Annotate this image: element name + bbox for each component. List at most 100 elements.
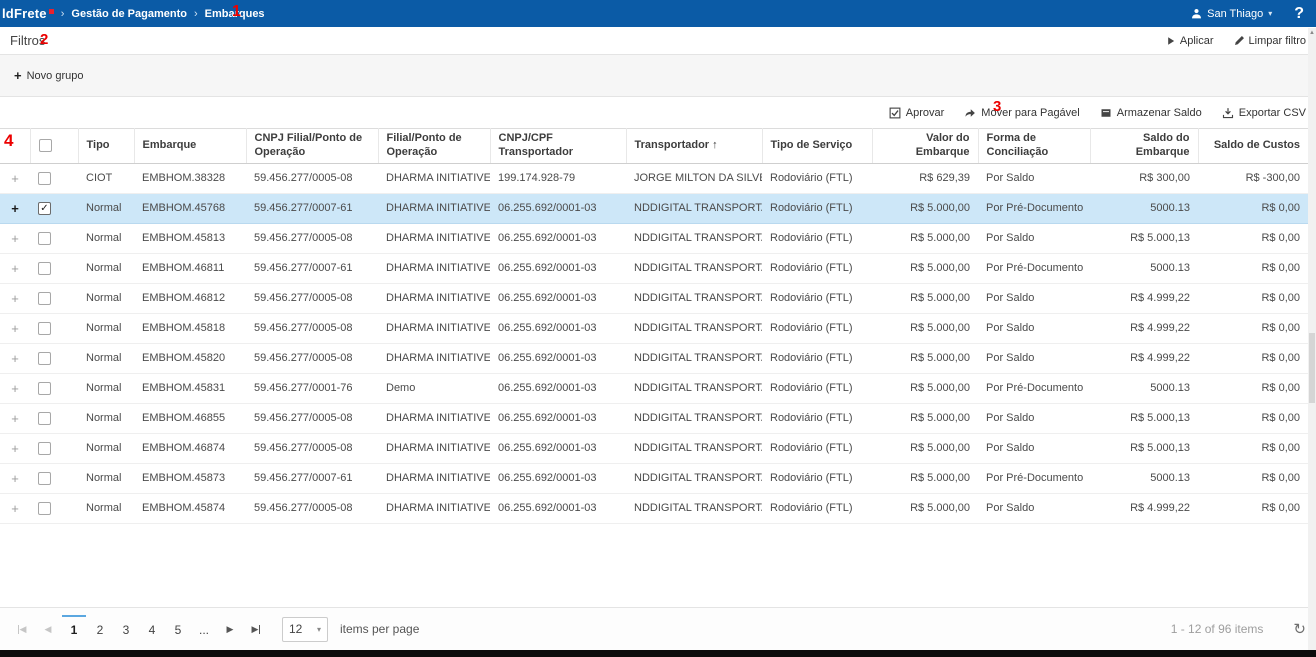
cell: 59.456.277/0005-08 — [246, 163, 378, 193]
expand-row-icon[interactable]: + — [11, 351, 19, 366]
page-button-5[interactable]: 5 — [166, 615, 190, 643]
row-checkbox[interactable] — [38, 232, 51, 245]
refresh-icon[interactable]: ↻ — [1293, 620, 1306, 638]
column-header-saldo-do-embarque[interactable]: Saldo do Embarque — [1090, 129, 1198, 164]
expand-row-icon[interactable]: + — [11, 441, 19, 456]
export-csv-button[interactable]: Exportar CSV — [1222, 107, 1306, 119]
user-menu[interactable]: San Thiago ▾ — [1191, 8, 1272, 20]
expand-row-icon[interactable]: + — [11, 501, 19, 516]
help-button[interactable]: ? — [1294, 5, 1304, 23]
cell: EMBHOM.46874 — [134, 433, 246, 463]
new-group-button[interactable]: + Novo grupo — [14, 68, 83, 83]
expand-row-icon[interactable]: + — [11, 261, 19, 276]
cell: DHARMA INITIATIVE — [378, 343, 490, 373]
cell: EMBHOM.46812 — [134, 283, 246, 313]
expand-row-icon[interactable]: + — [11, 231, 19, 246]
cell: 59.456.277/0005-08 — [246, 343, 378, 373]
table-row[interactable]: +NormalEMBHOM.4687459.456.277/0005-08DHA… — [0, 433, 1308, 463]
store-balance-button[interactable]: Armazenar Saldo — [1100, 107, 1202, 119]
row-checkbox[interactable] — [38, 262, 51, 275]
column-header-embarque[interactable]: Embarque — [134, 129, 246, 164]
cell: Por Pré-Documento — [978, 463, 1090, 493]
cell: R$ 5.000,00 — [872, 493, 978, 523]
approve-button[interactable]: Aprovar — [889, 107, 945, 119]
row-checkbox[interactable] — [38, 442, 51, 455]
expand-row-icon[interactable]: + — [11, 381, 19, 396]
table-row[interactable]: +NormalEMBHOM.4587359.456.277/0007-61DHA… — [0, 463, 1308, 493]
cell: Normal — [78, 283, 134, 313]
next-page-button[interactable]: ▶ — [218, 617, 242, 641]
column-header-forma-de-conciliacao[interactable]: Forma de Conciliação — [978, 129, 1090, 164]
table-row[interactable]: +NormalEMBHOM.4681159.456.277/0007-61DHA… — [0, 253, 1308, 283]
expand-row-icon[interactable]: + — [11, 321, 19, 336]
cell: Rodoviário (FTL) — [762, 223, 872, 253]
page-button-1[interactable]: 1 — [62, 615, 86, 643]
cell: NDDIGITAL TRANSPORTADORA — [626, 373, 762, 403]
clear-filter-button[interactable]: Limpar filtro — [1234, 35, 1306, 47]
breadcrumb-item-gestao-de-pagamento[interactable]: Gestão de Pagamento — [71, 8, 187, 20]
cell: Por Saldo — [978, 223, 1090, 253]
last-page-button[interactable]: ▶ — [244, 617, 268, 641]
cell: 59.456.277/0007-61 — [246, 253, 378, 283]
cell: R$ 0,00 — [1198, 463, 1308, 493]
expand-cell: + — [0, 253, 30, 283]
store-balance-label: Armazenar Saldo — [1117, 107, 1202, 119]
table-row[interactable]: +NormalEMBHOM.4583159.456.277/0001-76Dem… — [0, 373, 1308, 403]
apply-filter-button[interactable]: Aplicar — [1166, 35, 1214, 47]
row-checkbox[interactable] — [38, 382, 51, 395]
row-checkbox[interactable] — [38, 412, 51, 425]
vertical-scrollbar[interactable]: ▲ — [1308, 28, 1316, 650]
table-row[interactable]: +NormalEMBHOM.4685559.456.277/0005-08DHA… — [0, 403, 1308, 433]
row-checkbox[interactable] — [38, 292, 51, 305]
page-size-select[interactable]: 12 ▾ — [282, 617, 328, 642]
expand-row-icon[interactable]: + — [11, 411, 19, 426]
app-logo[interactable]: ldFrete — [2, 6, 54, 21]
grid-toolbar: Aprovar Mover para Pagável Armazenar Sal… — [0, 97, 1316, 128]
cell: EMBHOM.45831 — [134, 373, 246, 403]
column-header-saldo-de-custos[interactable]: Saldo de Custos — [1198, 129, 1308, 164]
previous-page-button[interactable]: ◀ — [36, 617, 60, 641]
row-checkbox[interactable] — [38, 352, 51, 365]
cell: 06.255.692/0001-03 — [490, 313, 626, 343]
breadcrumb-separator: › — [61, 8, 65, 20]
cell: Por Pré-Documento — [978, 373, 1090, 403]
row-checkbox[interactable]: ✓ — [38, 202, 51, 215]
first-page-button[interactable]: ◀ — [10, 617, 34, 641]
table-row[interactable]: +NormalEMBHOM.4582059.456.277/0005-08DHA… — [0, 343, 1308, 373]
column-header-valor-do-embarque[interactable]: Valor do Embarque — [872, 129, 978, 164]
scrollbar-thumb[interactable] — [1309, 333, 1315, 403]
move-to-payable-button[interactable]: Mover para Pagável — [964, 107, 1079, 119]
header-row: Tipo Embarque CNPJ Filial/Ponto de Opera… — [0, 129, 1308, 164]
row-checkbox[interactable] — [38, 472, 51, 485]
column-header-transportador[interactable]: Transportador↑ — [626, 129, 762, 164]
column-header-cnpj-cpf-transportador[interactable]: CNPJ/CPF Transportador — [490, 129, 626, 164]
cell: EMBHOM.45818 — [134, 313, 246, 343]
table-row[interactable]: +✓NormalEMBHOM.4576859.456.277/0007-61DH… — [0, 193, 1308, 223]
scrollbar-up-arrow[interactable]: ▲ — [1308, 28, 1316, 38]
table-row[interactable]: +NormalEMBHOM.4581359.456.277/0005-08DHA… — [0, 223, 1308, 253]
row-checkbox[interactable] — [38, 502, 51, 515]
row-checkbox[interactable] — [38, 172, 51, 185]
table-row[interactable]: +CIOTEMBHOM.3832859.456.277/0005-08DHARM… — [0, 163, 1308, 193]
expand-row-icon[interactable]: + — [11, 171, 19, 186]
more-pages-button[interactable]: ... — [192, 615, 216, 643]
column-header-cnpj-filial[interactable]: CNPJ Filial/Ponto de Operação — [246, 129, 378, 164]
expand-row-icon[interactable]: + — [11, 291, 19, 306]
cell: DHARMA INITIATIVE — [378, 223, 490, 253]
cell: 06.255.692/0001-03 — [490, 193, 626, 223]
page-button-4[interactable]: 4 — [140, 615, 164, 643]
cell: 06.255.692/0001-03 — [490, 493, 626, 523]
table-row[interactable]: +NormalEMBHOM.4587459.456.277/0005-08DHA… — [0, 493, 1308, 523]
table-row[interactable]: +NormalEMBHOM.4581859.456.277/0005-08DHA… — [0, 313, 1308, 343]
column-header-tipo[interactable]: Tipo — [78, 129, 134, 164]
table-row[interactable]: +NormalEMBHOM.4681259.456.277/0005-08DHA… — [0, 283, 1308, 313]
select-all-checkbox[interactable] — [39, 139, 52, 152]
expand-row-icon[interactable]: + — [11, 201, 19, 216]
column-header-tipo-de-servico[interactable]: Tipo de Serviço — [762, 129, 872, 164]
expand-row-icon[interactable]: + — [11, 471, 19, 486]
cell: 199.174.928-79 — [490, 163, 626, 193]
page-button-3[interactable]: 3 — [114, 615, 138, 643]
page-button-2[interactable]: 2 — [88, 615, 112, 643]
row-checkbox[interactable] — [38, 322, 51, 335]
column-header-filial[interactable]: Filial/Ponto de Operação — [378, 129, 490, 164]
